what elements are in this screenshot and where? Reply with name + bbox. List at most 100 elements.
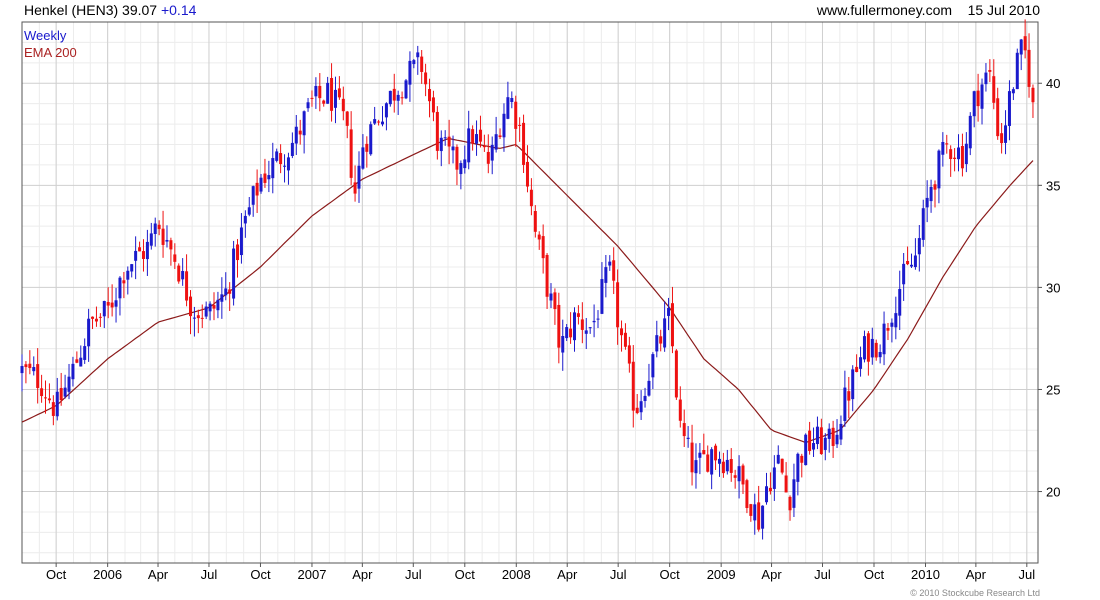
candle-down [623, 332, 627, 347]
candle-down [1023, 36, 1027, 51]
candle-up [267, 175, 271, 180]
candle-down [185, 271, 189, 301]
candle-down [690, 442, 694, 473]
candle-down [212, 305, 216, 309]
candle-down [616, 282, 620, 328]
candle-up [439, 137, 443, 152]
candle-down [627, 345, 631, 364]
candle-down [906, 260, 910, 265]
x-tick-label: Apr [557, 567, 578, 582]
candle-down [255, 182, 259, 196]
candle-down [486, 151, 490, 164]
candle-up [153, 223, 157, 234]
candle-up [380, 121, 384, 125]
candle-down [960, 146, 964, 169]
candle-up [396, 94, 400, 101]
candle-down [576, 313, 580, 317]
candle-up [765, 486, 769, 503]
candle-up [796, 453, 800, 482]
candle-up [592, 320, 596, 323]
candle-down [377, 121, 381, 123]
candle-down [745, 480, 749, 509]
candle-up [114, 300, 118, 307]
candle-down [349, 129, 353, 178]
candle-down [337, 88, 341, 98]
candle-up [443, 137, 447, 139]
x-tick-label: 2007 [298, 567, 327, 582]
candle-up [181, 271, 185, 280]
candle-up [463, 159, 467, 169]
candle-down [768, 487, 772, 492]
candle-down [757, 502, 761, 530]
candle-up [604, 267, 608, 283]
x-tick-label: 2008 [502, 567, 531, 582]
candle-up [921, 208, 925, 240]
candle-down [831, 427, 835, 446]
candle-up [208, 303, 212, 312]
candle-up [972, 91, 976, 117]
candle-down [847, 391, 851, 401]
candle-down [702, 450, 706, 455]
candle-down [620, 328, 624, 336]
candle-down [141, 251, 145, 259]
candle-up [294, 126, 298, 144]
candle-up [859, 357, 863, 369]
candle-up [698, 452, 702, 458]
candle-up [118, 277, 122, 299]
candle-up [909, 264, 913, 267]
candle-up [870, 338, 874, 358]
candle-down [729, 458, 733, 473]
candle-down [784, 475, 788, 493]
candle-up [165, 239, 169, 242]
candle-down [533, 211, 537, 232]
candle-up [87, 318, 91, 347]
candle-down [161, 228, 165, 245]
candle-up [475, 134, 479, 144]
candle-up [815, 426, 819, 445]
candle-up [925, 197, 929, 208]
y-tick-label: 35 [1046, 178, 1060, 193]
candle-up [326, 82, 330, 104]
x-tick-label: Jul [405, 567, 422, 582]
candle-down [75, 359, 79, 363]
candle-down [518, 124, 522, 126]
candle-down [537, 234, 541, 240]
candle-down [98, 316, 102, 318]
candle-down [800, 455, 804, 463]
candle-down [553, 292, 557, 310]
candle-up [894, 313, 898, 328]
candle-up [565, 327, 569, 339]
candle-up [333, 89, 337, 108]
candle-up [694, 460, 698, 474]
candle-down [545, 254, 549, 297]
candle-up [102, 300, 106, 317]
candle-down [866, 333, 870, 362]
candle-down [122, 280, 126, 284]
candle-up [835, 434, 839, 445]
candle-up [149, 233, 153, 246]
candle-up [804, 434, 808, 466]
candle-up [862, 336, 866, 360]
y-tick-label: 25 [1046, 382, 1060, 397]
candle-down [874, 342, 878, 358]
candle-down [169, 240, 173, 250]
candle-down [173, 254, 177, 262]
candle-up [772, 467, 776, 489]
candle-down [714, 445, 718, 461]
candle-up [232, 248, 236, 299]
candle-up [812, 443, 816, 450]
candle-down [682, 423, 686, 437]
candle-up [404, 80, 408, 99]
x-tick-label: Oct [864, 567, 885, 582]
candle-down [94, 318, 98, 322]
candle-up [655, 335, 659, 352]
candle-up [1007, 91, 1011, 126]
candle-down [741, 465, 745, 485]
candle-down [808, 430, 812, 451]
candle-up [145, 241, 149, 260]
candle-down [428, 89, 432, 102]
y-tick-label: 30 [1046, 280, 1060, 295]
candle-down [263, 173, 267, 183]
candle-up [647, 380, 651, 396]
candle-down [365, 143, 369, 152]
